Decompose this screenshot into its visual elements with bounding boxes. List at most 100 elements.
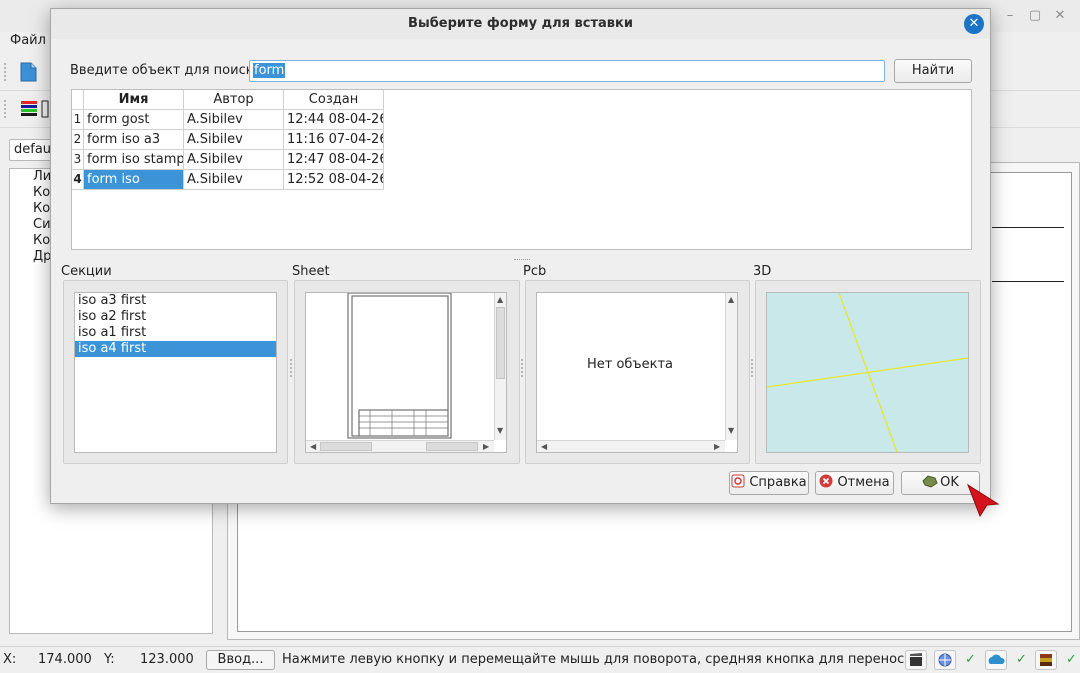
search-input[interactable]: form [249,60,885,82]
cloud-icon[interactable] [985,650,1007,670]
scroll-thumb[interactable] [320,442,372,451]
check-icon: ✓ [1066,652,1077,667]
minimize-icon[interactable]: – [1000,6,1020,26]
row-number[interactable]: 3 [72,150,84,170]
table-cell-author[interactable]: A.Sibilev [184,130,284,150]
x-coordinate: 174.000 [38,652,92,667]
table-cell-name[interactable]: form gost [84,110,184,130]
tree-item[interactable]: Ко [33,185,50,200]
ok-hand-icon [922,474,938,488]
row-number[interactable]: 4 [72,170,84,190]
books-icon[interactable] [1035,650,1057,670]
table-cell-created[interactable]: 12:52 08-04-26 [284,170,384,190]
input-button[interactable]: Ввод... [206,650,275,670]
ok-button-label: OK [940,475,959,490]
table-cell-created[interactable]: 12:44 08-04-26 [284,110,384,130]
pane-splitter[interactable] [290,359,293,377]
horizontal-scrollbar[interactable]: ◀ ▶ [537,440,725,452]
section-item[interactable]: iso a3 first [75,293,276,309]
y-label: Y: [104,652,115,667]
cancel-icon [819,474,833,488]
new-file-icon[interactable] [17,61,39,83]
vertical-scrollbar[interactable]: ▲ ▼ [494,293,506,440]
column-header-author[interactable]: Автор [184,90,284,110]
tree-item[interactable]: Ко [33,233,50,248]
menu-file[interactable]: Файл [10,33,46,48]
section-item[interactable]: iso a1 first [75,325,276,341]
section-item[interactable]: iso a2 first [75,309,276,325]
pcb-preview[interactable]: Нет объекта ▲ ▼ ◀ ▶ [536,292,738,453]
maximize-icon[interactable]: ▢ [1025,6,1045,26]
cancel-button[interactable]: Отмена [815,471,894,495]
toolbar-grip[interactable] [4,100,8,118]
3d-label: 3D [753,264,772,279]
tree-item[interactable]: Ко [33,201,50,216]
sheet-drawing [347,293,452,439]
pane-splitter[interactable] [751,359,754,377]
layers-icon[interactable] [20,100,50,120]
tree-item[interactable]: Др [33,249,51,264]
sections-label: Секции [61,264,112,279]
sheet-label: Sheet [292,264,330,279]
table-corner [72,90,84,110]
find-button[interactable]: Найти [894,59,972,83]
lifebuoy-icon [731,474,745,488]
table-cell-author[interactable]: A.Sibilev [184,150,284,170]
table-cell-name[interactable]: form iso stamp [84,150,184,170]
sheet-preview[interactable]: ▲ ▼ ◀ ▶ [305,292,507,453]
vertical-scrollbar[interactable]: ▲ ▼ [725,293,737,440]
3d-axes [767,293,968,452]
table-cell-name-selected[interactable]: form iso [84,170,184,190]
drawing-line [992,281,1064,282]
close-window-icon[interactable]: ✕ [1050,6,1070,26]
scroll-down-icon[interactable]: ▼ [497,426,503,436]
table-cell-created[interactable]: 12:47 08-04-26 [284,150,384,170]
scroll-thumb[interactable] [426,442,478,451]
table-cell-created[interactable]: 11:16 07-04-26 [284,130,384,150]
column-header-created[interactable]: Создан [284,90,384,110]
3d-viewport[interactable] [766,292,969,453]
check-icon: ✓ [965,652,976,667]
help-button[interactable]: Справка [729,471,809,495]
toolbar-grip[interactable] [4,63,8,81]
help-button-label: Справка [749,475,807,490]
insert-form-dialog: Выберите форму для вставки ✕ Введите объ… [50,8,991,504]
row-number[interactable]: 1 [72,110,84,130]
scroll-right-icon[interactable]: ▶ [714,442,720,452]
close-icon[interactable]: ✕ [964,14,984,34]
tree-item[interactable]: Си [33,217,51,232]
dialog-title: Выберите форму для вставки [51,9,990,39]
scroll-down-icon[interactable]: ▼ [728,426,734,436]
scroll-thumb[interactable] [496,307,505,379]
search-input-value: form [253,63,286,78]
pcb-label: Pcb [523,264,547,279]
sections-list[interactable]: iso a3 first iso a2 first iso a1 first i… [74,292,277,453]
cancel-button-label: Отмена [837,475,890,490]
status-hint: Нажмите левую кнопку и перемещайте мышь … [282,652,913,667]
horizontal-scrollbar[interactable]: ◀ ▶ [306,440,494,452]
splitter-handle[interactable] [514,259,530,260]
status-bar: X: 174.000 Y: 123.000 Ввод... Нажмите ле… [0,646,1080,672]
y-coordinate: 123.000 [140,652,194,667]
column-header-name[interactable]: Имя [84,90,184,110]
pane-splitter[interactable] [521,359,524,377]
results-table: Имя Автор Создан 1 form gost A.Sibilev 1… [71,89,972,250]
table-cell-author[interactable]: A.Sibilev [184,170,284,190]
pcb-empty-message: Нет объекта [586,357,674,372]
table-cell-name[interactable]: form iso a3 [84,130,184,150]
check-icon: ✓ [1016,652,1027,667]
scroll-left-icon[interactable]: ◀ [541,442,547,452]
x-label: X: [3,652,17,667]
mouse-cursor-icon [966,483,1000,518]
scroll-up-icon[interactable]: ▲ [728,295,734,305]
row-number[interactable]: 2 [72,130,84,150]
tree-item[interactable]: Ли [33,169,51,184]
search-label: Введите объект для поиска: [70,63,266,78]
clapperboard-icon[interactable] [905,650,927,670]
scroll-up-icon[interactable]: ▲ [497,295,503,305]
section-item-selected[interactable]: iso a4 first [75,341,276,357]
scroll-left-icon[interactable]: ◀ [310,442,316,452]
scroll-right-icon[interactable]: ▶ [483,442,489,452]
table-cell-author[interactable]: A.Sibilev [184,110,284,130]
globe-icon[interactable] [934,650,956,670]
